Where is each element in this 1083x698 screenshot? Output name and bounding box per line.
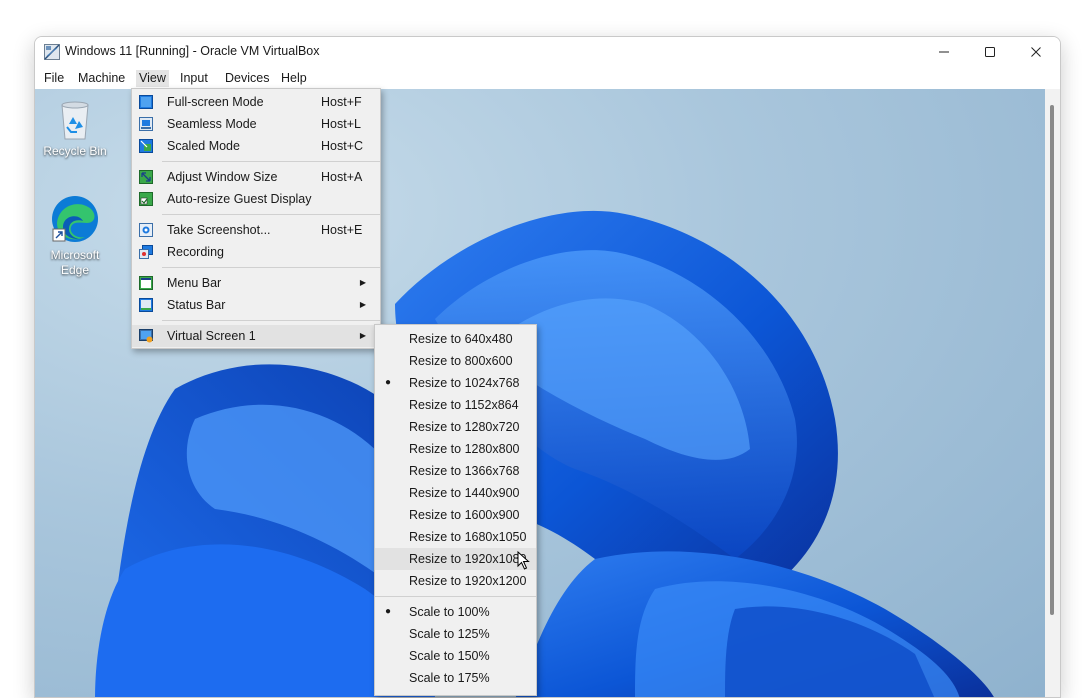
submenu-arrow-icon: ▶ bbox=[359, 331, 366, 340]
menu-separator bbox=[162, 214, 380, 215]
menu-separator bbox=[162, 161, 380, 162]
desktop-icon-microsoft-edge[interactable]: Microsoft Edge bbox=[37, 193, 113, 278]
recording-icon bbox=[139, 245, 153, 259]
menu-bar: File Machine View Input Devices Help bbox=[35, 67, 1060, 89]
resize-640x480[interactable]: Resize to 640x480 bbox=[375, 328, 536, 350]
view-menu-auto-resize[interactable]: Auto-resize Guest Display bbox=[132, 188, 380, 210]
menu-file[interactable]: File bbox=[41, 70, 67, 87]
resize-1280x800[interactable]: Resize to 1280x800 bbox=[375, 438, 536, 460]
resize-1920x1200[interactable]: Resize to 1920x1200 bbox=[375, 570, 536, 592]
minimize-button[interactable] bbox=[921, 37, 967, 67]
view-menu-menu-bar[interactable]: Menu Bar ▶ bbox=[132, 272, 380, 294]
seamless-icon bbox=[139, 117, 153, 131]
scale-150[interactable]: Scale to 150% bbox=[375, 645, 536, 667]
view-menu-virtual-screen-1[interactable]: Virtual Screen 1 ▶ bbox=[132, 325, 380, 347]
resize-1600x900[interactable]: Resize to 1600x900 bbox=[375, 504, 536, 526]
close-icon bbox=[1031, 47, 1041, 57]
resize-1024x768[interactable]: ● Resize to 1024x768 bbox=[375, 372, 536, 394]
recycle-bin-label: Recycle Bin bbox=[43, 144, 107, 158]
view-menu-fullscreen[interactable]: Full-screen Mode Host+F bbox=[132, 91, 380, 113]
resize-1440x900[interactable]: Resize to 1440x900 bbox=[375, 482, 536, 504]
menu-machine[interactable]: Machine bbox=[75, 70, 128, 87]
resize-1280x720[interactable]: Resize to 1280x720 bbox=[375, 416, 536, 438]
vertical-scrollbar[interactable] bbox=[1045, 89, 1060, 697]
submenu-arrow-icon: ▶ bbox=[359, 278, 366, 287]
menu-separator bbox=[162, 267, 380, 268]
close-button[interactable] bbox=[1013, 37, 1059, 67]
virtual-screen-icon bbox=[139, 329, 153, 343]
resize-800x600[interactable]: Resize to 800x600 bbox=[375, 350, 536, 372]
scale-175[interactable]: Scale to 175% bbox=[375, 667, 536, 689]
maximize-icon bbox=[985, 47, 995, 57]
auto-resize-icon bbox=[139, 192, 153, 206]
view-menu: Full-screen Mode Host+F Seamless Mode Ho… bbox=[131, 88, 381, 349]
menu-devices[interactable]: Devices bbox=[222, 70, 272, 87]
adjust-window-icon bbox=[139, 170, 153, 184]
menu-separator bbox=[162, 320, 380, 321]
view-menu-seamless[interactable]: Seamless Mode Host+L bbox=[132, 113, 380, 135]
view-menu-scaled[interactable]: Scaled Mode Host+C bbox=[132, 135, 380, 157]
view-menu-take-screenshot[interactable]: Take Screenshot... Host+E bbox=[132, 219, 380, 241]
recycle-bin-icon bbox=[61, 101, 89, 140]
window-title: Windows 11 [Running] - Oracle VM Virtual… bbox=[65, 44, 320, 58]
scale-125[interactable]: Scale to 125% bbox=[375, 623, 536, 645]
view-menu-status-bar[interactable]: Status Bar ▶ bbox=[132, 294, 380, 316]
screenshot-icon bbox=[139, 223, 153, 237]
maximize-button[interactable] bbox=[967, 37, 1013, 67]
desktop-icon-recycle-bin[interactable]: Recycle Bin bbox=[37, 99, 113, 159]
view-menu-recording[interactable]: Recording bbox=[132, 241, 380, 263]
microsoft-edge-label: Microsoft Edge bbox=[50, 248, 100, 277]
menu-bar-icon bbox=[139, 276, 153, 290]
scale-100[interactable]: ● Scale to 100% bbox=[375, 601, 536, 623]
title-bar[interactable]: Windows 11 [Running] - Oracle VM Virtual… bbox=[35, 37, 1060, 67]
mouse-cursor-icon bbox=[517, 551, 530, 570]
minimize-icon bbox=[939, 51, 949, 53]
submenu-arrow-icon: ▶ bbox=[359, 300, 366, 309]
menu-help[interactable]: Help bbox=[278, 70, 310, 87]
scaled-icon bbox=[139, 139, 153, 153]
menu-input[interactable]: Input bbox=[177, 70, 211, 87]
virtualbox-app-icon bbox=[44, 44, 60, 60]
resize-1152x864[interactable]: Resize to 1152x864 bbox=[375, 394, 536, 416]
fullscreen-icon bbox=[139, 95, 153, 109]
menu-separator bbox=[375, 596, 536, 597]
resize-1366x768[interactable]: Resize to 1366x768 bbox=[375, 460, 536, 482]
view-menu-adjust-window-size[interactable]: Adjust Window Size Host+A bbox=[132, 166, 380, 188]
virtual-screen-submenu: Resize to 640x480 Resize to 800x600 ● Res… bbox=[374, 324, 537, 696]
selected-bullet-icon: ● bbox=[385, 377, 392, 388]
edge-icon bbox=[52, 196, 98, 242]
scrollbar-thumb[interactable] bbox=[1050, 105, 1054, 615]
resize-1680x1050[interactable]: Resize to 1680x1050 bbox=[375, 526, 536, 548]
status-bar-icon bbox=[139, 298, 153, 312]
menu-view[interactable]: View bbox=[136, 70, 169, 87]
resize-1920x1080[interactable]: Resize to 1920x1080 bbox=[375, 548, 536, 570]
selected-bullet-icon: ● bbox=[385, 606, 392, 617]
